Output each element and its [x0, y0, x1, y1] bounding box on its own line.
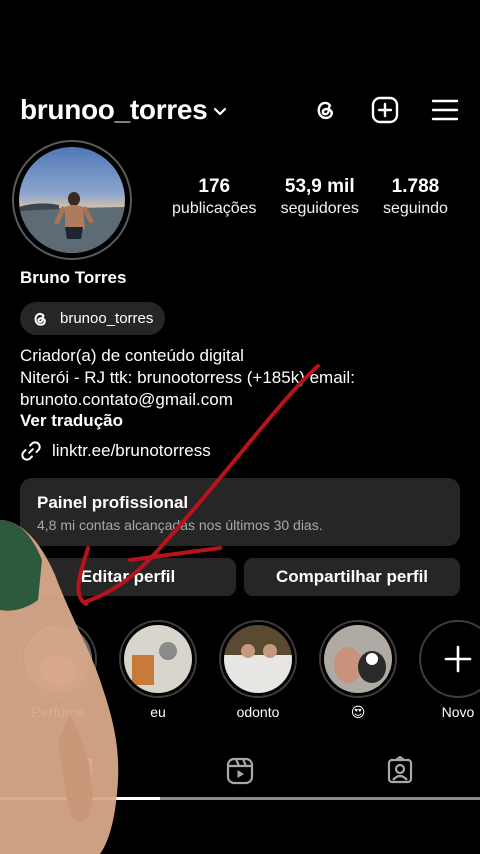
tab-grid[interactable] [0, 742, 160, 800]
highlight-item[interactable]: 😍 [318, 620, 398, 721]
bio-line[interactable]: brunoto.contato@gmail.com [20, 389, 460, 411]
grid-icon [67, 758, 93, 784]
professional-dashboard[interactable]: Painel profissional 4,8 mi contas alcanç… [20, 478, 460, 546]
highlight-label: 😍 [350, 704, 366, 720]
profile-avatar-ring[interactable] [12, 140, 132, 260]
stat-label: seguindo [382, 200, 448, 217]
threads-handle: brunoo_torres [60, 310, 154, 327]
tab-tagged[interactable] [320, 742, 480, 800]
highlight-label: eu [150, 704, 166, 720]
add-post-icon[interactable] [370, 95, 400, 125]
stat-label: publicações [172, 200, 257, 217]
threads-badge[interactable]: brunoo_torres [20, 302, 166, 335]
profile-header: brunoo_torres [20, 88, 460, 132]
highlight-item[interactable]: odonto [218, 620, 298, 720]
panel-subtitle: 4,8 mi contas alcançadas nos últimos 30 … [37, 517, 323, 533]
highlight-label: Novo [441, 704, 475, 720]
highlight-cover [224, 625, 292, 693]
stat-followers[interactable]: 53,9 mil seguidores [281, 176, 359, 218]
profile-stats: 176 publicações 53,9 mil seguidores 1.78… [160, 176, 460, 218]
profile-link[interactable]: linktr.ee/brunotorress [20, 440, 211, 462]
threads-icon[interactable] [310, 95, 340, 125]
bio: Criador(a) de conteúdo digital Niterói -… [20, 345, 460, 411]
highlight-cover [24, 625, 92, 693]
tab-divider [160, 797, 480, 800]
panel-title: Painel profissional [37, 493, 189, 512]
stat-value: 53,9 mil [284, 176, 355, 197]
see-translation-link[interactable]: Ver tradução [20, 411, 123, 431]
content-tabs [0, 742, 480, 800]
highlight-item[interactable]: eu [118, 620, 198, 720]
plus-icon [444, 645, 472, 673]
stat-following[interactable]: 1.788 seguindo [383, 176, 448, 218]
stat-value: 176 [198, 176, 231, 197]
highlight-cover [324, 625, 392, 693]
avatar[interactable] [19, 147, 125, 253]
highlight-label: odonto [236, 704, 280, 720]
threads-icon [34, 312, 46, 326]
share-profile-button[interactable]: Compartilhar perfil [244, 558, 460, 596]
reels-icon [226, 757, 254, 785]
menu-icon[interactable] [430, 95, 460, 125]
stat-label: seguidores [280, 200, 359, 217]
highlight-item[interactable]: Perfume [18, 620, 98, 720]
link-text: linktr.ee/brunotorress [52, 441, 211, 460]
chevron-down-icon[interactable] [213, 107, 227, 117]
highlight-label: Perfume [31, 704, 85, 720]
username-title[interactable]: brunoo_torres [20, 94, 208, 126]
edit-profile-button[interactable]: Editar perfil [20, 558, 236, 596]
tagged-icon [387, 756, 413, 784]
bio-line: Criador(a) de conteúdo digital [20, 346, 244, 365]
display-name: Bruno Torres [20, 268, 127, 287]
new-highlight-button[interactable]: Novo [418, 620, 480, 720]
highlight-cover [124, 625, 192, 693]
story-highlights: Perfume eu odonto 😍 Novo [0, 620, 480, 720]
active-tab-indicator [0, 797, 160, 800]
stat-value: 1.788 [391, 176, 440, 197]
stat-posts[interactable]: 176 publicações [172, 176, 257, 218]
tab-reels[interactable] [160, 742, 320, 800]
bio-line: Niterói - RJ ttk: brunootorress (+185k) … [20, 368, 355, 387]
link-icon [21, 441, 41, 461]
